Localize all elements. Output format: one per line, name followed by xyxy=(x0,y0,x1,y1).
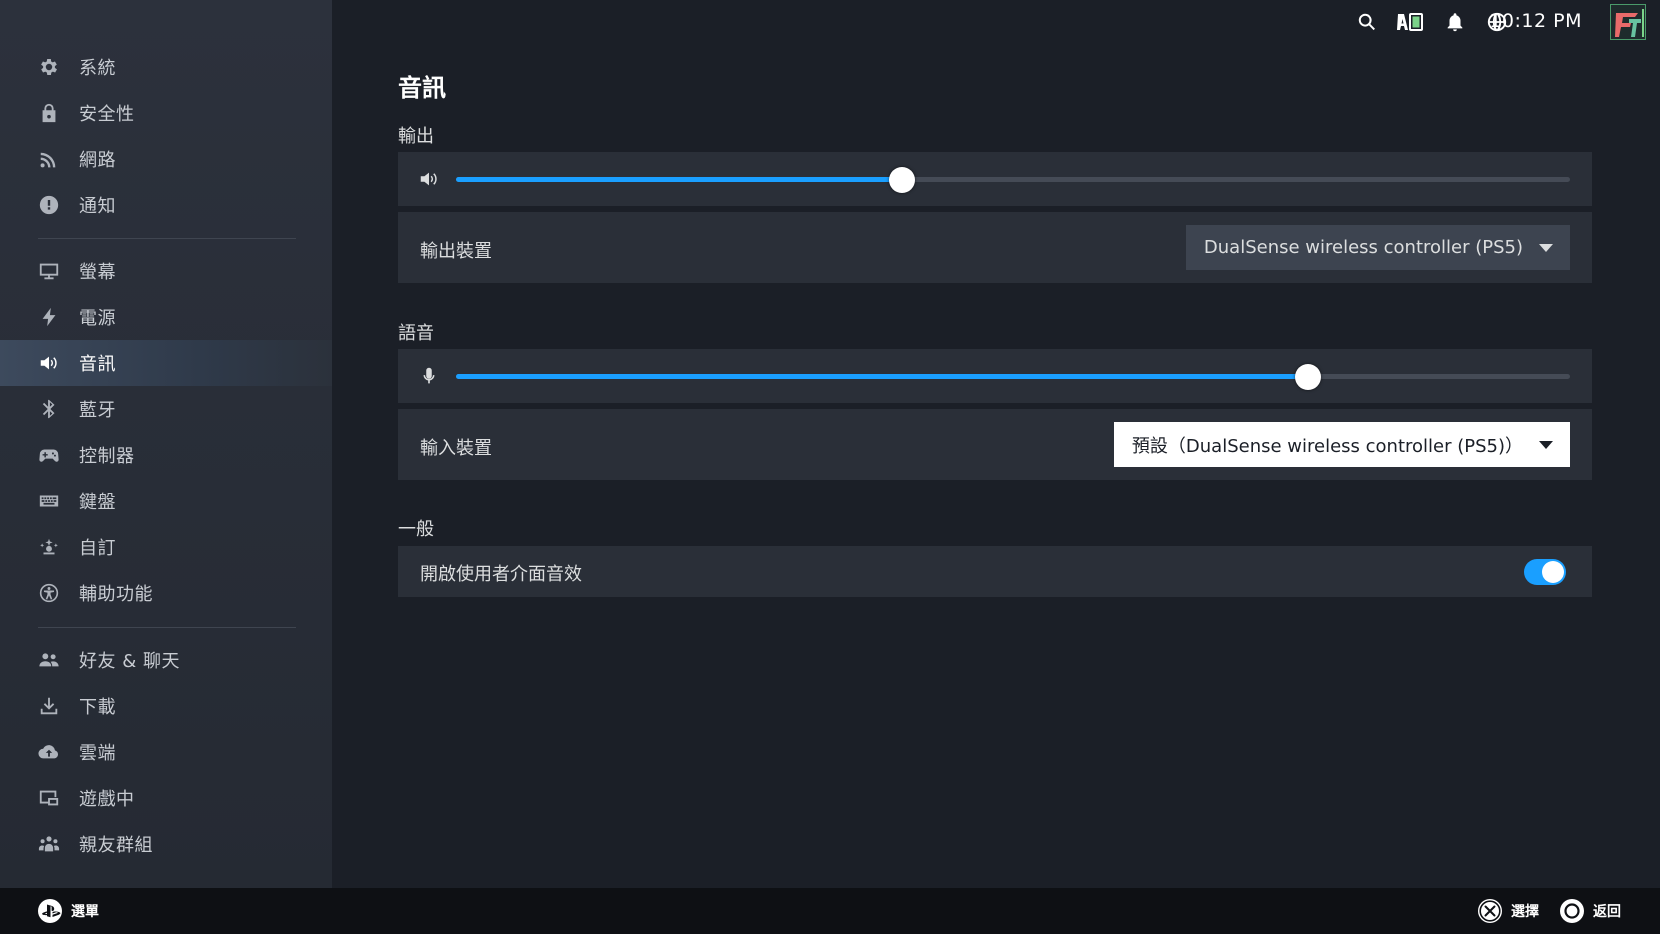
output-volume-slider[interactable] xyxy=(456,167,1570,193)
settings-sidebar: 系統 安全性 網路 通知 螢幕 電源 音訊 藍牙 控制器 鍵盤 自訂 輔助功能 … xyxy=(0,0,332,888)
chevron-down-icon xyxy=(1539,440,1553,449)
output-device-label: 輸出裝置 xyxy=(420,241,492,262)
sidebar-item-label: 下載 xyxy=(79,697,116,718)
playstation-icon xyxy=(37,898,63,924)
sidebar-item-label: 鍵盤 xyxy=(79,492,116,513)
voice-section-title: 語音 xyxy=(398,323,434,344)
output-device-dropdown[interactable]: DualSense wireless controller (PS5) xyxy=(1185,225,1570,270)
download-icon xyxy=(38,695,60,717)
input-device-label: 輸入裝置 xyxy=(420,438,492,459)
sidebar-item-power[interactable]: 電源 xyxy=(0,294,332,340)
sidebar-item-label: 音訊 xyxy=(79,354,116,375)
bluetooth-icon xyxy=(38,398,60,420)
sidebar-item-label: 通知 xyxy=(79,196,116,217)
sidebar-divider xyxy=(38,238,296,239)
audio-settings-page: 音訊 輸出 輸出裝置 DualSense wireless controller… xyxy=(332,0,1660,888)
sidebar-item-label: 親友群組 xyxy=(79,835,153,856)
output-volume-fill xyxy=(456,177,902,182)
input-device-value: 預設（DualSense wireless controller (PS5)） xyxy=(1131,435,1523,457)
gamepad-icon xyxy=(38,444,60,466)
page-title: 音訊 xyxy=(398,74,446,102)
toggle-knob xyxy=(1542,561,1564,583)
sidebar-item-label: 電源 xyxy=(79,308,116,329)
select-button[interactable]: 選擇 xyxy=(1477,888,1539,934)
sidebar-item-network[interactable]: 網路 xyxy=(0,136,332,182)
cross-button-icon xyxy=(1477,898,1503,924)
sidebar-item-keyboard[interactable]: 鍵盤 xyxy=(0,478,332,524)
menu-button[interactable]: 選單 xyxy=(37,888,99,934)
sidebar-item-label: 遊戲中 xyxy=(79,789,135,810)
sidebar-item-label: 自訂 xyxy=(79,538,116,559)
sidebar-item-label: 系統 xyxy=(79,58,116,79)
cloud-icon xyxy=(38,741,60,763)
output-device-row: 輸出裝置 DualSense wireless controller (PS5) xyxy=(398,212,1592,283)
chevron-down-icon xyxy=(1539,243,1553,252)
sidebar-item-cloud[interactable]: 雲端 xyxy=(0,729,332,775)
ui-sounds-label: 開啟使用者介面音效 xyxy=(420,564,582,585)
sidebar-item-label: 輔助功能 xyxy=(79,584,153,605)
menu-label: 選單 xyxy=(71,904,99,920)
speaker-icon xyxy=(38,352,60,374)
sidebar-item-label: 好友 & 聊天 xyxy=(79,651,180,672)
monitor-icon xyxy=(38,260,60,282)
speaker-icon xyxy=(418,168,440,190)
sidebar-item-in-game[interactable]: 遊戲中 xyxy=(0,775,332,821)
sparkle-icon xyxy=(38,536,60,558)
ui-sounds-row: 開啟使用者介面音效 xyxy=(398,546,1592,597)
select-label: 選擇 xyxy=(1511,904,1539,920)
sidebar-scroll-fade xyxy=(0,872,332,888)
sidebar-item-family[interactable]: 親友群組 xyxy=(0,821,332,867)
input-device-dropdown[interactable]: 預設（DualSense wireless controller (PS5)） xyxy=(1113,422,1570,467)
voice-volume-fill xyxy=(456,374,1309,379)
voice-volume-slider[interactable] xyxy=(456,364,1570,390)
input-device-row: 輸入裝置 預設（DualSense wireless controller (P… xyxy=(398,409,1592,480)
lock-icon xyxy=(38,102,60,124)
gear-icon xyxy=(38,56,60,78)
in-game-icon xyxy=(38,787,60,809)
sidebar-item-bluetooth[interactable]: 藍牙 xyxy=(0,386,332,432)
alert-icon xyxy=(38,194,60,216)
sidebar-item-downloads[interactable]: 下載 xyxy=(0,683,332,729)
sidebar-item-label: 藍牙 xyxy=(79,400,116,421)
sidebar-item-customization[interactable]: 自訂 xyxy=(0,524,332,570)
sidebar-item-audio[interactable]: 音訊 xyxy=(0,340,332,386)
sidebar-item-controller[interactable]: 控制器 xyxy=(0,432,332,478)
keyboard-icon xyxy=(38,490,60,512)
friends-icon xyxy=(38,649,60,671)
microphone-icon xyxy=(418,365,440,387)
voice-volume-row xyxy=(398,349,1592,403)
back-label: 返回 xyxy=(1593,904,1621,920)
sidebar-item-label: 安全性 xyxy=(79,104,135,125)
output-volume-thumb[interactable] xyxy=(888,167,915,193)
sidebar-item-notifications[interactable]: 通知 xyxy=(0,182,332,228)
sidebar-item-accessibility[interactable]: 輔助功能 xyxy=(0,570,332,616)
voice-volume-thumb[interactable] xyxy=(1295,364,1322,390)
sidebar-item-label: 螢幕 xyxy=(79,262,116,283)
footer-bar: 選單 選擇 返回 xyxy=(0,888,1660,934)
accessibility-icon xyxy=(38,582,60,604)
ui-sounds-toggle[interactable] xyxy=(1524,559,1566,585)
output-section-title: 輸出 xyxy=(398,126,434,147)
sidebar-item-label: 網路 xyxy=(79,150,116,171)
back-button[interactable]: 返回 xyxy=(1559,888,1621,934)
output-device-value: DualSense wireless controller (PS5) xyxy=(1203,237,1523,258)
sidebar-item-system[interactable]: 系統 xyxy=(0,44,332,90)
sidebar-item-security[interactable]: 安全性 xyxy=(0,90,332,136)
sidebar-item-friends-chat[interactable]: 好友 & 聊天 xyxy=(0,637,332,683)
output-volume-row xyxy=(398,152,1592,206)
sidebar-item-label: 控制器 xyxy=(79,446,135,467)
sidebar-item-label: 雲端 xyxy=(79,743,116,764)
sidebar-divider xyxy=(38,627,296,628)
family-icon xyxy=(38,833,60,855)
wifi-icon xyxy=(38,148,60,170)
circle-button-icon xyxy=(1559,898,1585,924)
lightning-icon xyxy=(38,306,60,328)
general-section-title: 一般 xyxy=(398,519,434,540)
sidebar-item-display[interactable]: 螢幕 xyxy=(0,248,332,294)
